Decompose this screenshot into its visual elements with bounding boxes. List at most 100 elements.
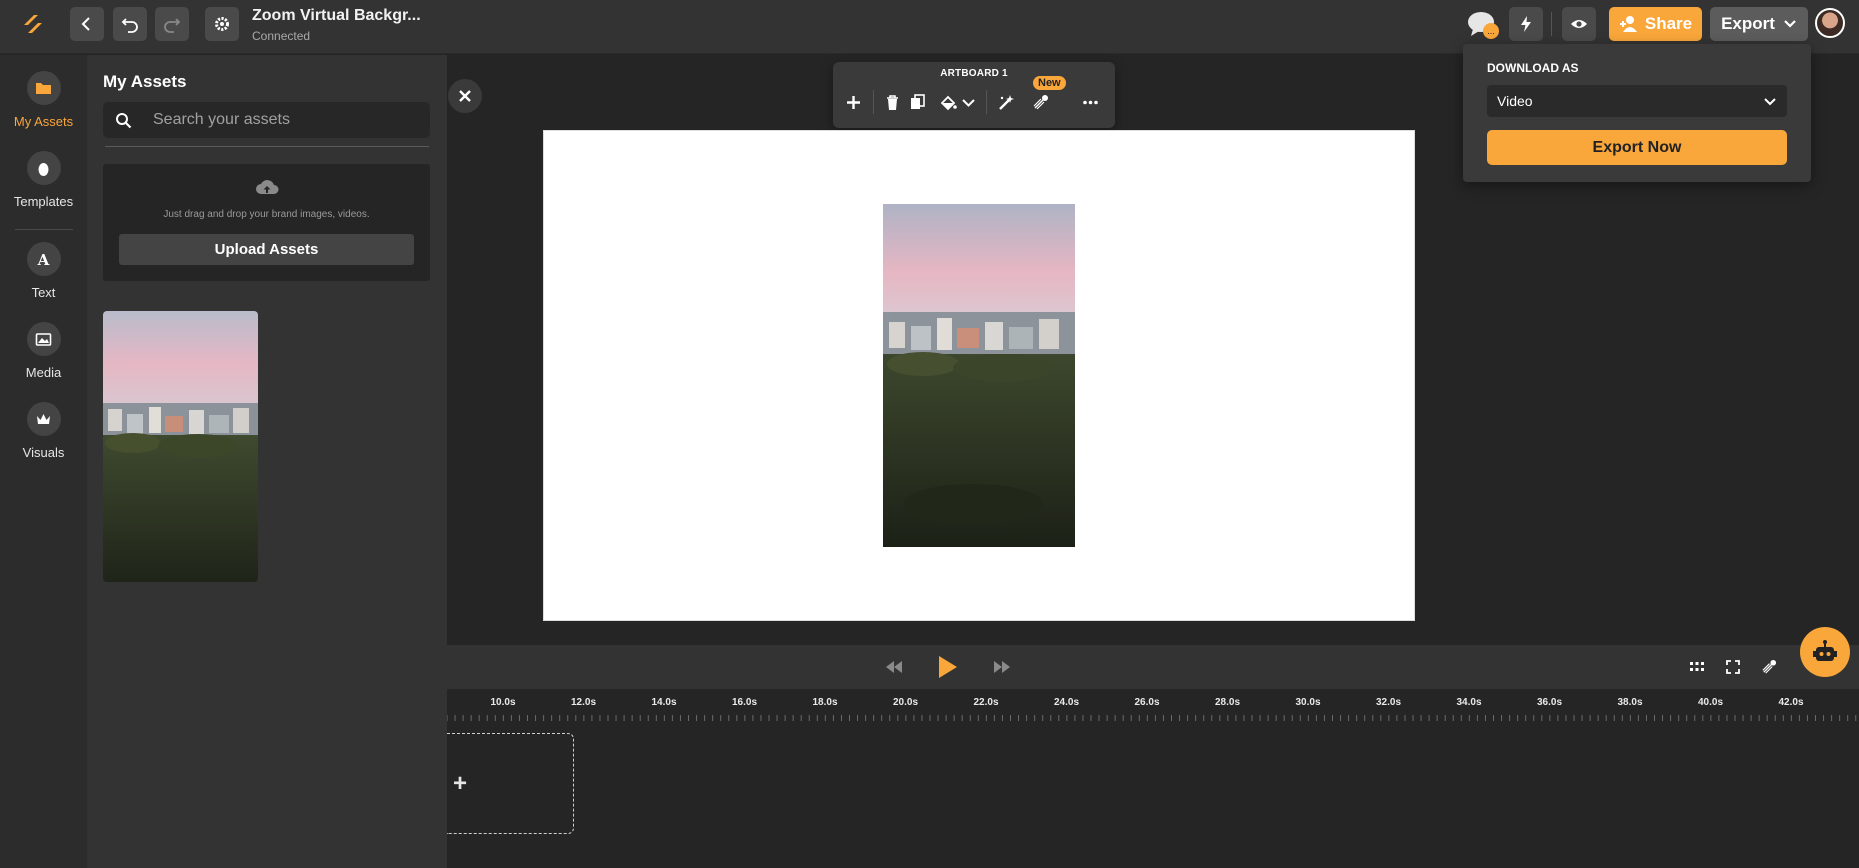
assets-panel: My Assets Just drag and drop your brand … [87, 55, 447, 868]
timeline-animate-button[interactable] [1759, 657, 1779, 677]
add-scene-button[interactable]: + [447, 733, 574, 834]
copy-icon [910, 93, 925, 109]
rocket-icon [1762, 659, 1777, 674]
artboard-canvas[interactable] [543, 130, 1415, 621]
app-logo-icon[interactable] [20, 11, 46, 37]
format-value: Video [1497, 93, 1533, 109]
share-label: Share [1644, 14, 1693, 33]
upload-assets-button[interactable]: Upload Assets [119, 234, 414, 265]
preview-button[interactable] [1562, 7, 1596, 41]
add-scene-plus: + [453, 769, 468, 797]
artboard-image[interactable] [883, 204, 1075, 547]
tick-label: 26.0s [1134, 697, 1160, 708]
download-as-heading: DOWNLOAD AS [1487, 61, 1579, 75]
assets-title: My Assets [103, 72, 187, 91]
share-button[interactable]: Share [1609, 7, 1702, 41]
fullscreen-button[interactable] [1723, 657, 1743, 677]
rocket-icon [1033, 94, 1048, 109]
chevron-down-icon [1784, 20, 1796, 28]
comments-icon[interactable]: ... [1467, 10, 1501, 40]
tick-label: 38.0s [1617, 697, 1643, 708]
redo-icon [164, 18, 181, 33]
rewind-button[interactable] [884, 657, 904, 677]
rail-icon-wrap [26, 71, 61, 105]
redo-button[interactable] [155, 7, 189, 41]
chevron-down-icon [961, 98, 975, 107]
rail-icon-wrap: A [26, 242, 61, 276]
rail-label: Visuals [22, 445, 65, 460]
rail-icon-wrap [26, 322, 61, 356]
tick-label: 32.0s [1375, 697, 1402, 708]
fill-color-button[interactable] [937, 91, 959, 113]
grid-view-button[interactable] [1687, 657, 1707, 677]
tick-label: 42.0s [1778, 697, 1804, 708]
magic-wand-icon [998, 94, 1014, 110]
eye-icon [1571, 20, 1587, 28]
folder-icon [36, 82, 51, 94]
tick-label: 22.0s [973, 697, 999, 708]
magic-wand-button[interactable] [995, 91, 1017, 113]
cityscape-image [103, 311, 258, 582]
egg-icon [38, 162, 49, 176]
delete-button[interactable] [881, 91, 903, 113]
asset-thumbnail[interactable] [103, 311, 258, 582]
more-options-button[interactable] [1079, 91, 1101, 113]
play-button[interactable] [933, 653, 961, 681]
tick-label: 28.0s [1214, 697, 1241, 708]
timeline-tracks: + [447, 721, 1859, 868]
lightning-button[interactable] [1509, 7, 1543, 41]
fill-dropdown[interactable] [957, 91, 979, 113]
asset-dropzone[interactable]: Just drag and drop your brand images, vi… [103, 164, 430, 281]
artboard-label: ARTBOARD 1 [940, 68, 1008, 79]
search-input[interactable] [153, 102, 423, 138]
robot-icon [1813, 640, 1837, 661]
search-box [103, 102, 430, 138]
toolbar-divider [873, 90, 874, 114]
svg-text:A: A [37, 251, 50, 268]
rail-label: My Assets [13, 114, 74, 129]
tick-label: 36.0s [1536, 697, 1563, 708]
close-panel-button[interactable] [448, 79, 482, 113]
back-button[interactable] [70, 7, 104, 41]
plus-icon [846, 95, 860, 109]
tick-label: 20.0s [892, 697, 919, 708]
format-select[interactable]: Video [1487, 85, 1787, 117]
divider [1551, 12, 1552, 36]
grid-icon [1690, 662, 1704, 671]
rail-item-text[interactable]: A Text [0, 242, 87, 300]
add-element-button[interactable] [842, 91, 864, 113]
duplicate-button[interactable] [906, 91, 928, 113]
tick-marks [447, 715, 1857, 721]
timeline-ruler[interactable]: 10.0s 12.0s 14.0s 16.0s 18.0s 20.0s 22.0s 24.0s… [447, 689, 1859, 721]
tick-label: 16.0s [731, 697, 758, 708]
new-badge: New [1033, 76, 1066, 90]
animate-button[interactable] [1029, 91, 1051, 113]
rail-item-media[interactable]: Media [0, 322, 87, 380]
rail-label: Media [25, 365, 62, 380]
toolbar-divider [986, 90, 987, 114]
search-divider [105, 146, 429, 147]
undo-icon [121, 18, 138, 33]
assistant-bot-button[interactable] [1800, 627, 1850, 677]
tick-label: 40.0s [1697, 697, 1724, 708]
paint-bucket-icon [940, 95, 957, 110]
chevron-left-icon [81, 17, 90, 31]
more-icon [1082, 100, 1098, 104]
tick-label: 34.0s [1456, 697, 1482, 708]
left-rail: My Assets Templates A Text Media Visuals [0, 55, 87, 868]
tick-label: 18.0s [812, 697, 838, 708]
rail-item-visuals[interactable]: Visuals [0, 402, 87, 460]
export-now-button[interactable]: Export Now [1487, 130, 1787, 165]
settings-button[interactable] [205, 7, 239, 41]
tick-label: 14.0s [651, 697, 677, 708]
avatar[interactable] [1815, 8, 1845, 38]
gear-icon [215, 17, 229, 31]
export-button[interactable]: Export [1710, 7, 1808, 41]
undo-button[interactable] [113, 7, 147, 41]
rail-item-my-assets[interactable]: My Assets [0, 71, 87, 129]
rail-item-templates[interactable]: Templates [0, 151, 87, 209]
connection-status: Connected [252, 29, 311, 43]
fast-forward-button[interactable] [992, 657, 1012, 677]
document-title[interactable]: Zoom Virtual Backgr... [252, 7, 421, 25]
search-icon [116, 113, 132, 129]
